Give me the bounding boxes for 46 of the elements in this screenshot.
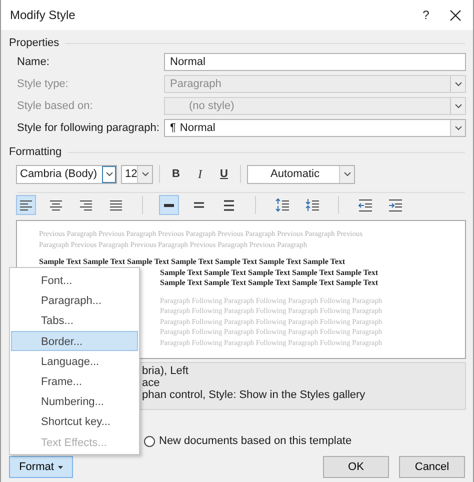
pilcrow-symbol: ¶ [170,121,176,136]
bold-button[interactable]: B [166,168,186,180]
name-field[interactable]: Normal [164,53,466,71]
field-label: Style based on: [16,100,94,112]
font-color-dropdown[interactable]: Automatic [247,164,355,184]
chevron-icon [454,104,462,108]
chevron-icon [106,172,112,176]
sample-text: Sample Text Sample Text Sample Text Sample Text Sample Text [160,268,378,278]
window-title: Modify Style [10,8,76,22]
chevron-icon [142,172,149,176]
group-heading: Properties [9,37,60,49]
radio-button[interactable] [144,436,155,446]
font-size-dropdown[interactable]: 12 [121,164,153,184]
sample-text: Sample Text Sample Text Sample Text Sample Text Sample Text Sample Text Sample Text [39,257,346,268]
chevron-icon [454,82,462,86]
italic-button[interactable]: I [190,166,210,182]
field-label: Name: [16,56,50,68]
sample-text: Sample Text Sample Text Sample Text Sample Text Sample Text [160,278,378,288]
format-button[interactable]: Format [9,456,73,478]
align-left-icon[interactable] [16,195,36,215]
help-button[interactable]: ? [406,8,446,22]
style-description-text: bria), Left [142,365,188,377]
chevron-icon [454,126,462,130]
menu-item[interactable]: Paragraph... [11,290,138,310]
menu-item[interactable]: Numbering... [11,391,138,412]
menu-item[interactable]: Font... [11,270,138,290]
underline-button[interactable]: U [214,168,234,180]
font-dropdown[interactable]: Cambria (Body) [16,164,117,184]
radio-label: New documents based on this template [159,435,352,447]
group-heading: Formatting [9,146,62,158]
field-label: Style type: [16,78,70,90]
menu-item[interactable]: Language... [11,350,138,371]
caret-icon [58,466,63,468]
single-spacing-icon[interactable] [159,195,179,215]
dialog-button[interactable]: Cancel [399,456,465,478]
style-description-text: phan control, Style: Show in the Styles gallery [142,389,366,401]
menu-item[interactable]: Tabs... [11,310,138,331]
dialog-button[interactable]: OK [323,456,389,478]
menu-item[interactable]: Border... [11,330,138,351]
chevron-icon [344,172,350,176]
close-icon[interactable] [450,10,461,20]
style-description-text: ace [142,377,160,389]
menu-item[interactable]: Shortcut key... [11,411,138,432]
field-label: Style for following paragraph: [16,122,160,134]
style-dropdown[interactable]: ¶ Normal [164,119,466,137]
menu-item[interactable]: Frame... [11,370,138,392]
